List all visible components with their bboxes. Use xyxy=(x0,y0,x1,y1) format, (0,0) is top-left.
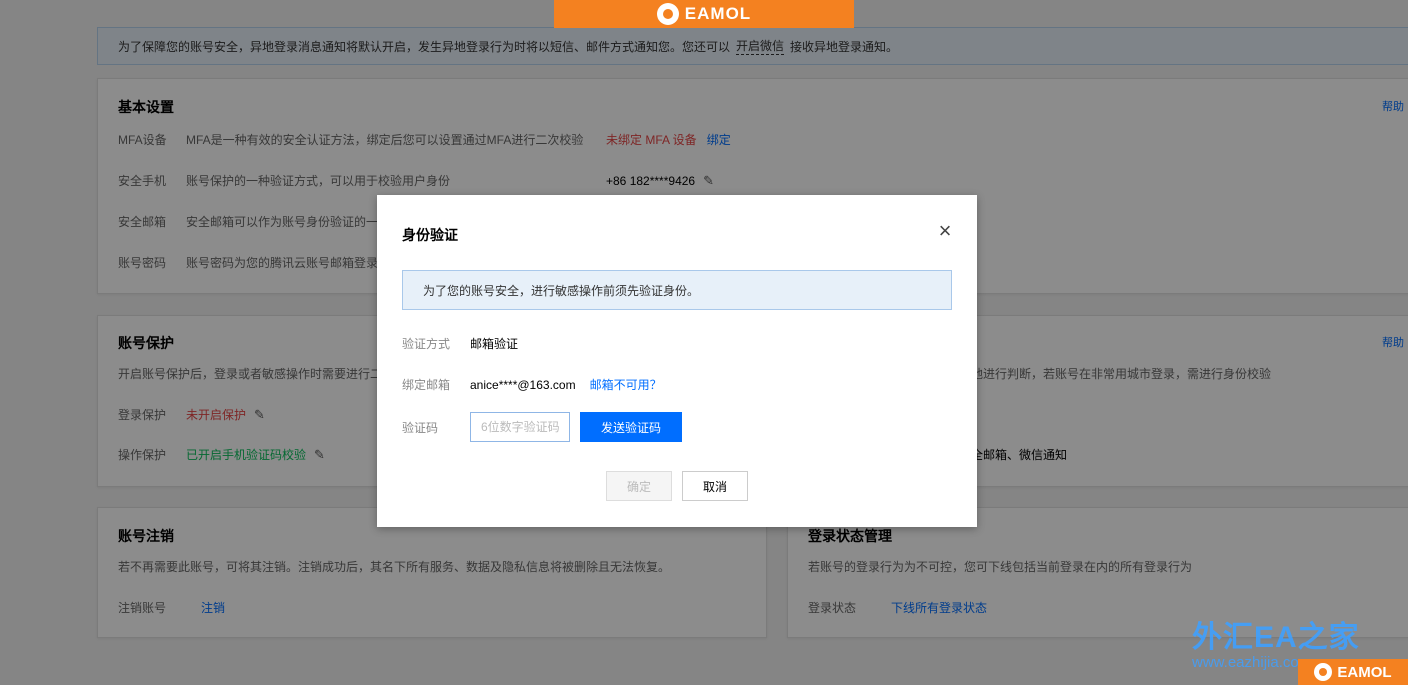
confirm-button[interactable]: 确定 xyxy=(606,471,672,501)
bound-email-label: 绑定邮箱 xyxy=(402,378,451,392)
email-unavailable-link[interactable]: 邮箱不可用？ xyxy=(590,376,662,393)
identity-verify-modal: 身份验证 × 为了您的账号安全，进行敏感操作前须先验证身份。 验证方式 邮箱验证… xyxy=(377,195,977,527)
brand-badge-bottom: EAMOL xyxy=(1298,659,1408,685)
close-icon[interactable]: × xyxy=(935,220,955,242)
code-input[interactable] xyxy=(470,412,570,442)
bound-email-row: 绑定邮箱 anice****@163.com 邮箱不可用？ xyxy=(402,376,662,393)
bound-email-value: anice****@163.com xyxy=(470,377,576,392)
modal-footer: 确定 取消 xyxy=(606,471,748,501)
verify-method-label: 验证方式 xyxy=(402,337,451,351)
watermark-name: 外汇EA之家 xyxy=(1192,621,1360,654)
verify-method-value: 邮箱验证 xyxy=(470,337,519,351)
brand-name: EAMOL xyxy=(684,4,752,23)
brand-badge-top: EAMOL xyxy=(554,0,854,28)
modal-tip-text: 为了您的账号安全，进行敏感操作前须先验证身份。 xyxy=(423,283,700,298)
modal-title: 身份验证 xyxy=(402,227,458,243)
code-label: 验证码 xyxy=(402,420,439,435)
brand-logo-icon xyxy=(1314,663,1333,681)
brand-logo-icon xyxy=(656,3,679,25)
cancel-button[interactable]: 取消 xyxy=(682,471,748,501)
brand-name: EAMOL xyxy=(1337,663,1392,681)
send-code-button[interactable]: 发送验证码 xyxy=(580,412,682,442)
code-row: 验证码 发送验证码 xyxy=(402,412,682,442)
verify-method-row: 验证方式 邮箱验证 xyxy=(402,335,518,352)
modal-tip: 为了您的账号安全，进行敏感操作前须先验证身份。 xyxy=(402,270,952,310)
